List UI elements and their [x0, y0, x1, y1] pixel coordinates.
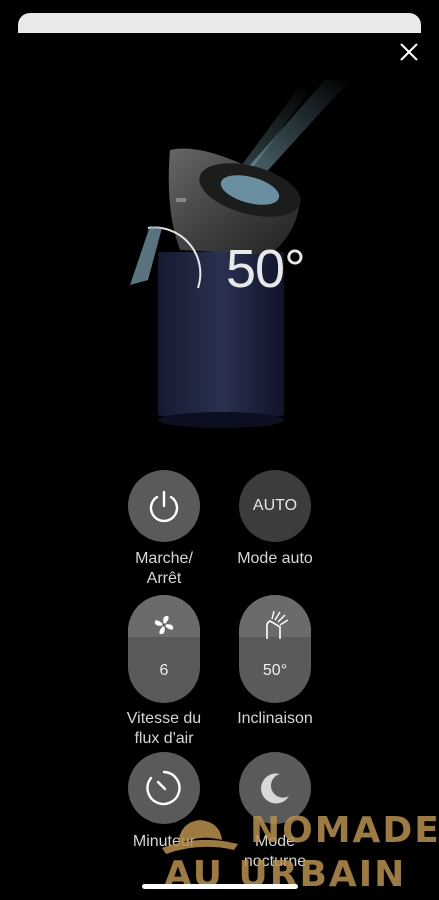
night-mode-button[interactable]	[239, 752, 311, 824]
auto-button-text: AUTO	[252, 497, 298, 514]
sheet-handle-bar	[18, 13, 421, 33]
timer-button[interactable]	[128, 752, 200, 824]
auto-mode-button[interactable]: AUTO	[239, 470, 311, 542]
power-icon	[149, 490, 179, 523]
moon-icon	[261, 773, 289, 804]
tilt-control[interactable]: 50°	[239, 595, 311, 703]
fan-icon	[154, 615, 174, 635]
auto-mode-label: Mode auto	[237, 550, 313, 567]
close-button[interactable]	[394, 37, 424, 67]
tilt-label: Inclinaison	[237, 710, 313, 727]
tilt-value: 50°	[262, 662, 288, 679]
tilt-icon	[266, 610, 289, 639]
timer-icon	[146, 770, 181, 806]
night-mode-label: Mode nocturne	[243, 833, 307, 870]
close-icon	[400, 43, 418, 61]
tilt-angle-display: 50°	[226, 239, 306, 299]
power-button[interactable]	[128, 470, 200, 542]
fan-speed-control[interactable]: 6	[128, 595, 200, 703]
fan-speed-value: 6	[159, 662, 169, 679]
home-indicator[interactable]	[142, 884, 298, 889]
